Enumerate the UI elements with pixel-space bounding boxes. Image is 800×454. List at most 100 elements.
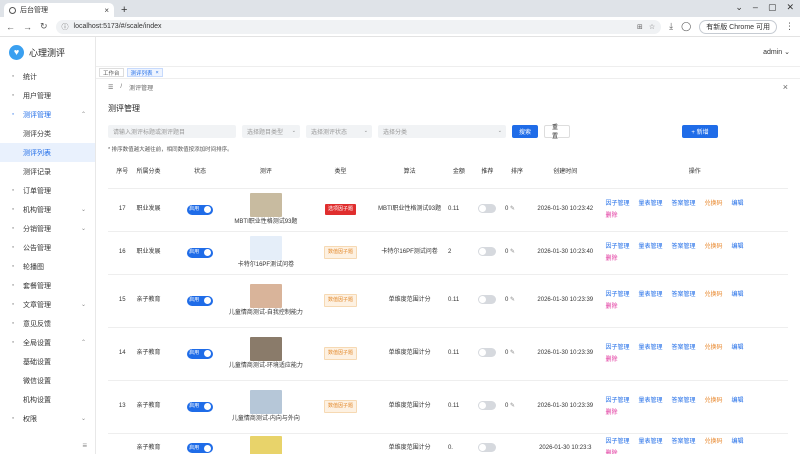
factor-manage-link[interactable]: 因子管理 (605, 292, 629, 298)
category-select[interactable]: 选择分类 ⌄ (378, 124, 506, 138)
collapse-sidebar-icon[interactable]: ≡ (82, 441, 87, 450)
sidebar-item[interactable]: 测评记录 (0, 162, 95, 181)
back-icon[interactable]: ← (6, 22, 15, 32)
sidebar-item[interactable]: ◦ 轮播图 (0, 257, 95, 276)
hamburger-icon[interactable]: ☰ (108, 84, 113, 91)
recommend-switch[interactable] (478, 401, 497, 411)
sidebar-item[interactable]: ◦ 机构管理 ⌄ (0, 200, 95, 219)
status-toggle[interactable]: 启用 (187, 443, 214, 453)
minimize-icon[interactable]: – (753, 2, 758, 13)
factor-manage-link[interactable]: 因子管理 (605, 398, 629, 404)
answer-manage-link[interactable]: 答案管理 (672, 345, 696, 351)
factor-manage-link[interactable]: 因子管理 (605, 439, 629, 445)
sidebar-item[interactable]: 微信设置 (0, 371, 95, 390)
sidebar-item[interactable]: ◦ 统计 (0, 67, 95, 86)
download-icon[interactable]: ⤓ (669, 21, 673, 32)
edit-pencil-icon[interactable]: ✎ (510, 350, 515, 356)
scale-manage-link[interactable]: 量表管理 (638, 398, 662, 404)
edit-link[interactable]: 编辑 (732, 439, 744, 445)
site-info-icon[interactable]: ⓘ (62, 22, 69, 32)
edit-pencil-icon[interactable]: ✎ (510, 297, 515, 303)
close-tab-icon[interactable]: × (104, 6, 109, 15)
edit-pencil-icon[interactable]: ✎ (510, 249, 515, 255)
chrome-update-button[interactable]: 有新版 Chrome 可用 (699, 19, 777, 34)
edit-link[interactable]: 编辑 (732, 345, 744, 351)
search-input[interactable]: 请输入测评标题或测评题目 (108, 124, 236, 138)
menu-dots-icon[interactable]: ⋮ (785, 21, 794, 32)
redeem-code-link[interactable]: 兑换码 (705, 398, 723, 404)
close-icon[interactable]: × (783, 82, 788, 92)
answer-manage-link[interactable]: 答案管理 (672, 398, 696, 404)
add-button[interactable]: + 新增 (682, 124, 718, 138)
delete-link[interactable]: 删除 (605, 410, 617, 416)
forward-icon[interactable]: → (23, 22, 32, 32)
delete-link[interactable]: 删除 (605, 304, 617, 310)
delete-link[interactable]: 删除 (605, 213, 617, 219)
url-field[interactable]: ⓘ localhost:5173/#/scale/index ⊞ ☆ (55, 19, 662, 34)
delete-link[interactable]: 删除 (605, 357, 617, 363)
answer-manage-link[interactable]: 答案管理 (672, 244, 696, 250)
sidebar-item[interactable]: 测评列表 (0, 143, 95, 162)
redeem-code-link[interactable]: 兑换码 (705, 292, 723, 298)
sidebar-item[interactable]: ◦ 测评管理 ⌃ (0, 105, 95, 124)
tag-current[interactable]: 测评列表 × (126, 68, 163, 77)
recommend-switch[interactable] (478, 442, 497, 452)
recommend-switch[interactable] (478, 204, 497, 214)
edit-link[interactable]: 编辑 (732, 244, 744, 250)
factor-manage-link[interactable]: 因子管理 (605, 345, 629, 351)
edit-link[interactable]: 编辑 (732, 201, 744, 207)
answer-manage-link[interactable]: 答案管理 (672, 439, 696, 445)
close-icon[interactable]: × (156, 70, 159, 76)
maximize-icon[interactable]: ▢ (768, 2, 777, 13)
type-select[interactable]: 选择题目类型 ⌄ (242, 124, 300, 138)
recommend-switch[interactable] (478, 247, 497, 257)
delete-link[interactable]: 删除 (605, 256, 617, 262)
sidebar-item[interactable]: 测评分类 (0, 124, 95, 143)
sidebar-item[interactable]: 机构设置 (0, 390, 95, 409)
status-toggle[interactable]: 启用 (187, 295, 214, 306)
sidebar-item[interactable]: ◦ 套餐管理 (0, 276, 95, 295)
status-toggle[interactable]: 启用 (187, 348, 214, 359)
answer-manage-link[interactable]: 答案管理 (672, 292, 696, 298)
user-menu[interactable]: admin ⌄ (763, 48, 790, 56)
chevron-down-icon[interactable]: ⌄ (735, 2, 743, 13)
redeem-code-link[interactable]: 兑换码 (705, 439, 723, 445)
translate-icon[interactable]: ⊞ (637, 23, 643, 31)
sidebar-item[interactable]: ◦ 意见反馈 (0, 314, 95, 333)
new-tab-button[interactable]: + (121, 4, 127, 16)
sidebar-item[interactable]: ◦ 文章管理 ⌄ (0, 295, 95, 314)
sidebar-item[interactable]: ◦ 订单管理 (0, 181, 95, 200)
reload-icon[interactable]: ↻ (40, 21, 48, 32)
factor-manage-link[interactable]: 因子管理 (605, 201, 629, 207)
scale-manage-link[interactable]: 量表管理 (638, 201, 662, 207)
redeem-code-link[interactable]: 兑换码 (705, 201, 723, 207)
tag-home[interactable]: 工作台 (99, 68, 124, 77)
factor-manage-link[interactable]: 因子管理 (605, 244, 629, 250)
edit-link[interactable]: 编辑 (732, 398, 744, 404)
sidebar-item[interactable]: ◦ 分销管理 ⌄ (0, 219, 95, 238)
status-toggle[interactable]: 启用 (187, 204, 214, 215)
status-select[interactable]: 选择测评状态 ⌄ (306, 124, 372, 138)
redeem-code-link[interactable]: 兑换码 (705, 345, 723, 351)
edit-pencil-icon[interactable]: ✎ (510, 403, 515, 409)
sidebar-item[interactable]: ◦ 公告管理 (0, 238, 95, 257)
sidebar-item[interactable]: ◦ 权限 ⌄ (0, 409, 95, 428)
scale-manage-link[interactable]: 量表管理 (638, 345, 662, 351)
scale-manage-link[interactable]: 量表管理 (638, 439, 662, 445)
recommend-switch[interactable] (478, 295, 497, 305)
edit-pencil-icon[interactable]: ✎ (510, 206, 515, 212)
search-button[interactable]: 搜索 (512, 124, 538, 138)
browser-tab[interactable]: 后台管理 × (4, 3, 114, 17)
scale-manage-link[interactable]: 量表管理 (638, 292, 662, 298)
recommend-switch[interactable] (478, 348, 497, 358)
close-window-icon[interactable]: ✕ (786, 2, 794, 13)
sidebar-item[interactable]: ◦ 全局设置 ⌃ (0, 333, 95, 352)
edit-link[interactable]: 编辑 (732, 292, 744, 298)
reset-button[interactable]: 重置 (544, 124, 570, 140)
status-toggle[interactable]: 启用 (187, 247, 214, 258)
sidebar-item[interactable]: 基础设置 (0, 352, 95, 371)
status-toggle[interactable]: 启用 (187, 401, 214, 412)
redeem-code-link[interactable]: 兑换码 (705, 244, 723, 250)
profile-icon[interactable]: ◯ (681, 21, 691, 32)
star-icon[interactable]: ☆ (649, 23, 655, 31)
